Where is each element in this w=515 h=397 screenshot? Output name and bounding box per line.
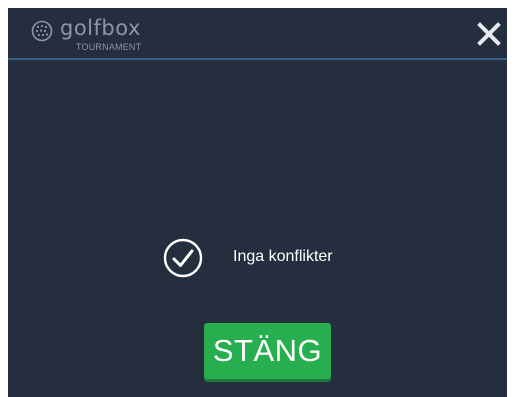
golf-ball-icon (31, 20, 53, 42)
logo-subtitle: TOURNAMENT (76, 42, 142, 52)
close-button[interactable] (477, 22, 501, 46)
result-dialog: golfbox TOURNAMENT Inga konflikter STÄNG (8, 8, 507, 397)
close-dialog-button[interactable]: STÄNG (204, 323, 331, 379)
close-icon (477, 22, 501, 46)
status-text: Inga konflikter (233, 248, 333, 265)
dialog-header: golfbox TOURNAMENT (8, 8, 507, 60)
logo-wordmark: golfbox (60, 16, 141, 40)
check-circle-icon (163, 238, 203, 278)
